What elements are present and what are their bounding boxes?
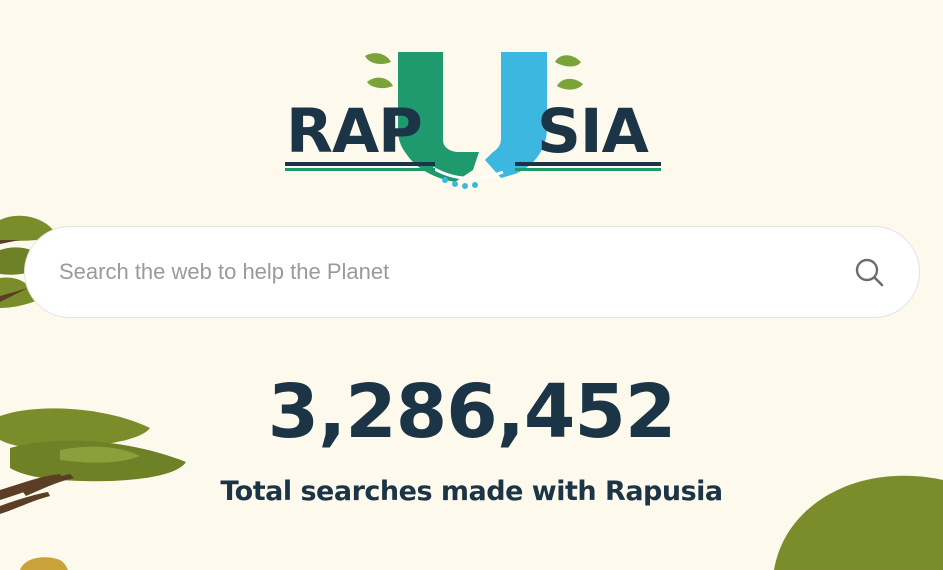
search-input[interactable]: [57, 251, 849, 293]
logo-text-right: SIA: [537, 96, 649, 167]
bush-illustration-bottom-left: [0, 554, 70, 570]
total-searches-count: 3,286,452: [267, 369, 677, 455]
search-icon[interactable]: [849, 252, 889, 292]
search-bar: [24, 226, 920, 318]
total-searches-label: Total searches made with Rapusia: [220, 476, 723, 507]
logo-text-left: RAP: [286, 96, 423, 167]
